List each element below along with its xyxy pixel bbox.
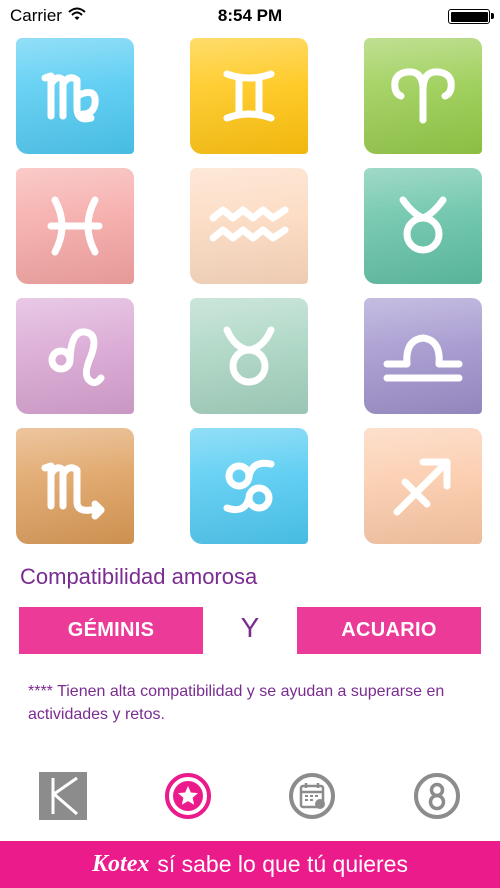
aries-icon	[391, 68, 455, 124]
sign-tile-pisces[interactable]	[16, 168, 134, 284]
tab-compatibility[interactable]	[162, 770, 214, 822]
sign-tile-cancer[interactable]	[190, 428, 308, 544]
compatibility-result: **** Tienen alta compatibilidad y se ayu…	[28, 683, 445, 723]
capricorn-icon	[399, 196, 447, 254]
calendar-icon	[289, 773, 335, 819]
sign-a-button[interactable]: GÉMINIS	[19, 607, 203, 654]
tab-bar	[0, 770, 500, 826]
battery-icon	[448, 9, 494, 24]
sign-tile-capricorn[interactable]	[364, 168, 482, 284]
footer-banner: Kotex sí sabe lo que tú quieres	[0, 841, 500, 888]
sagittarius-icon	[393, 458, 451, 516]
sign-tile-libra[interactable]	[364, 298, 482, 414]
sign-tile-leo[interactable]	[16, 298, 134, 414]
aquarius-icon	[209, 206, 289, 242]
brand-logo: Kotex	[92, 851, 150, 877]
compat-title: Compatibilidad amorosa	[20, 564, 258, 589]
leo-icon	[48, 328, 105, 387]
sign-tile-virgo[interactable]	[16, 38, 134, 154]
gemini-icon	[223, 70, 275, 122]
sign-tile-taurus[interactable]	[190, 298, 308, 414]
brand-slogan: sí sabe lo que tú quieres	[157, 851, 408, 877]
connector-label: Y	[240, 612, 260, 643]
cancer-icon	[223, 459, 275, 514]
status-bar: Carrier 8:54 PM	[0, 0, 500, 32]
tab-number[interactable]	[411, 770, 463, 822]
tab-calendar[interactable]	[286, 770, 338, 822]
scorpio-icon	[41, 462, 105, 520]
eight-icon	[414, 773, 460, 819]
zodiac-grid	[0, 32, 500, 552]
pisces-icon	[47, 196, 103, 256]
virgo-icon	[41, 72, 99, 123]
sign-tile-gemini[interactable]	[190, 38, 308, 154]
k-logo-icon	[39, 772, 87, 820]
tab-brand[interactable]	[37, 770, 89, 822]
libra-icon	[383, 334, 463, 382]
sign-tile-aquarius[interactable]	[190, 168, 308, 284]
status-time: 8:54 PM	[217, 6, 283, 25]
sign-tile-scorpio[interactable]	[16, 428, 134, 544]
taurus-icon	[223, 326, 275, 386]
sign-tile-aries[interactable]	[364, 38, 482, 154]
sign-tile-sagittarius[interactable]	[364, 428, 482, 544]
star-icon	[165, 773, 211, 819]
sign-b-button[interactable]: ACUARIO	[297, 607, 481, 654]
